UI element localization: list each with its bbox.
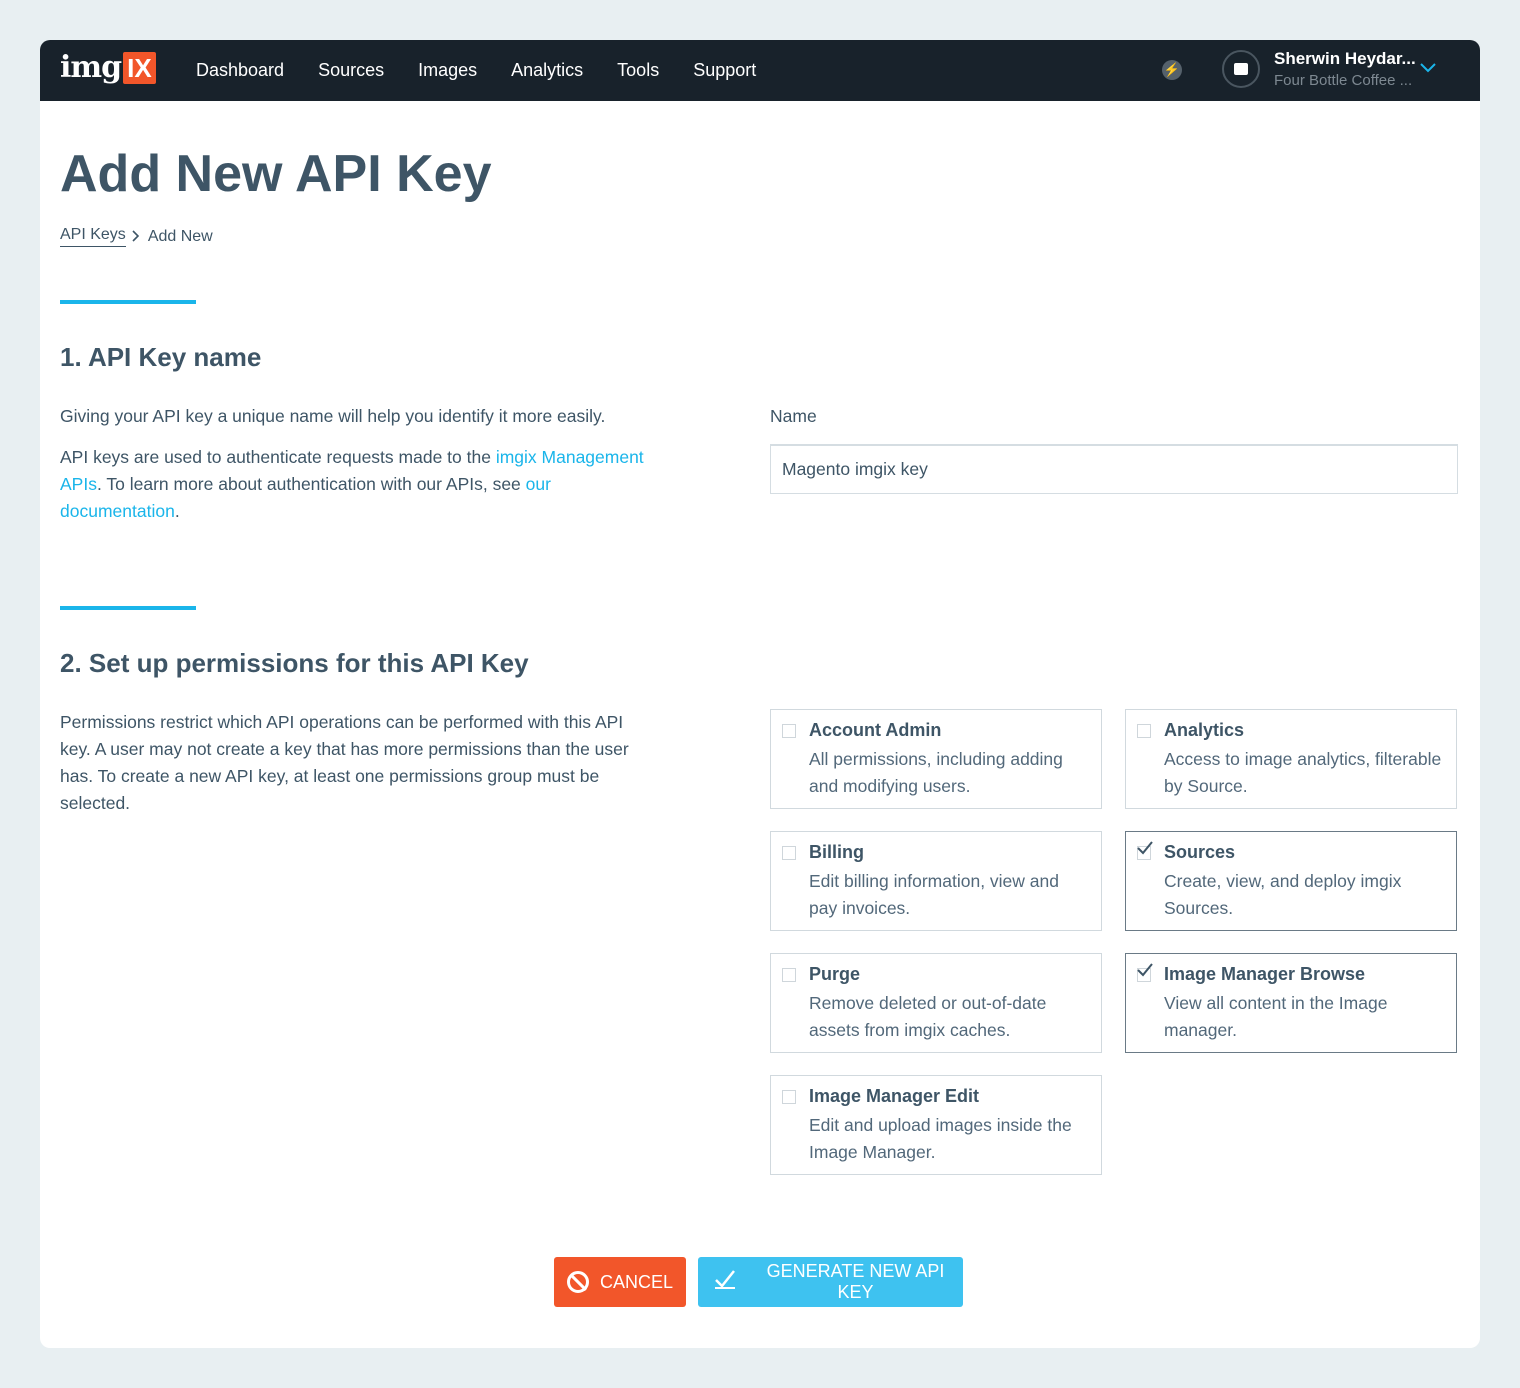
nav-link-tools[interactable]: Tools <box>617 60 659 81</box>
cancel-icon <box>567 1271 589 1293</box>
checkmark-icon <box>714 1268 736 1297</box>
desc-text-pre: API keys are used to authenticate reques… <box>60 447 496 467</box>
permission-desc: View all content in the Image manager. <box>1164 993 1388 1040</box>
section-2-divider <box>60 606 196 610</box>
desc-text-mid: . To learn more about authentication wit… <box>96 474 526 494</box>
page-title: Add New API Key <box>60 145 492 203</box>
permission-account-admin[interactable]: Account Admin All permissions, including… <box>770 709 1102 809</box>
permission-purge[interactable]: Purge Remove deleted or out-of-date asse… <box>770 953 1102 1053</box>
permission-desc: Create, view, and deploy imgix Sources. <box>1164 871 1402 918</box>
checkbox[interactable] <box>782 968 796 982</box>
section-2-title: 2. Set up permissions for this API Key <box>60 648 529 678</box>
permission-image-manager-browse[interactable]: Image Manager Browse View all content in… <box>1125 953 1457 1053</box>
nav-link-sources[interactable]: Sources <box>318 60 384 81</box>
permission-sources[interactable]: Sources Create, view, and deploy imgix S… <box>1125 831 1457 931</box>
permission-image-manager-edit[interactable]: Image Manager Edit Edit and upload image… <box>770 1075 1102 1175</box>
generate-label: GENERATE NEW API KEY <box>766 1261 945 1302</box>
permission-desc: Edit and upload images inside the Image … <box>809 1115 1072 1162</box>
nav-link-images[interactable]: Images <box>418 60 477 81</box>
section-1-intro: Giving your API key a unique name will h… <box>60 406 606 426</box>
section-2-description: Permissions restrict which API operation… <box>60 712 629 813</box>
permission-title: Account Admin <box>809 720 942 740</box>
permission-desc: Edit billing information, view and pay i… <box>809 871 1059 918</box>
permission-billing[interactable]: Billing Edit billing information, view a… <box>770 831 1102 931</box>
checkmark-icon <box>1136 962 1154 982</box>
permission-analytics[interactable]: Analytics Access to image analytics, fil… <box>1125 709 1457 809</box>
lightning-icon[interactable]: ⚡ <box>1162 60 1182 80</box>
checkbox[interactable] <box>1137 724 1151 738</box>
desc-text-post: . <box>174 501 180 521</box>
breadcrumb: API Keys Add New <box>60 226 213 247</box>
breadcrumb-api-keys-link[interactable]: API Keys <box>60 226 126 247</box>
checkbox[interactable] <box>782 724 796 738</box>
permission-desc: Access to image analytics, filterable by… <box>1164 749 1442 796</box>
chevron-down-icon[interactable] <box>1420 60 1436 76</box>
name-field-label: Name <box>770 406 817 426</box>
avatar[interactable] <box>1222 50 1260 88</box>
nav-link-support[interactable]: Support <box>693 60 756 81</box>
cancel-label: CANCEL <box>600 1271 674 1292</box>
logo-text: img <box>60 50 122 85</box>
checkmark-icon <box>1136 840 1154 860</box>
user-org: Four Bottle Coffee ... <box>1274 72 1413 89</box>
permission-title: Image Manager Edit <box>809 1086 980 1106</box>
main-card: img IX Dashboard Sources Images Analytic… <box>40 40 1480 1348</box>
section-1-description: API keys are used to authenticate reques… <box>60 444 650 525</box>
permission-title: Sources <box>1164 842 1236 862</box>
cancel-button[interactable]: CANCEL <box>554 1257 686 1307</box>
section-1-title: 1. API Key name <box>60 342 262 372</box>
nav-link-dashboard[interactable]: Dashboard <box>196 60 284 81</box>
permission-title: Analytics <box>1164 720 1245 740</box>
nav-link-analytics[interactable]: Analytics <box>511 60 583 81</box>
permission-title: Image Manager Browse <box>1164 964 1366 984</box>
breadcrumb-current: Add New <box>147 227 213 245</box>
store-icon <box>1234 63 1248 75</box>
permission-title: Billing <box>809 842 864 862</box>
logo-badge: IX <box>123 52 156 84</box>
top-nav: img IX Dashboard Sources Images Analytic… <box>40 40 1480 101</box>
user-name[interactable]: Sherwin Heydar... <box>1274 49 1416 69</box>
name-input[interactable] <box>770 444 1458 494</box>
nav-links: Dashboard Sources Images Analytics Tools… <box>196 40 790 101</box>
permission-title: Purge <box>809 964 861 984</box>
section-1-divider <box>60 300 196 304</box>
chevron-right-icon <box>132 229 140 245</box>
imgix-logo[interactable]: img IX <box>60 50 156 86</box>
permission-desc: Remove deleted or out-of-date assets fro… <box>809 993 1047 1040</box>
generate-api-key-button[interactable]: GENERATE NEW API KEY <box>698 1257 963 1307</box>
checkbox[interactable] <box>782 846 796 860</box>
checkbox[interactable] <box>782 1090 796 1104</box>
permission-desc: All permissions, including adding and mo… <box>809 749 1063 796</box>
